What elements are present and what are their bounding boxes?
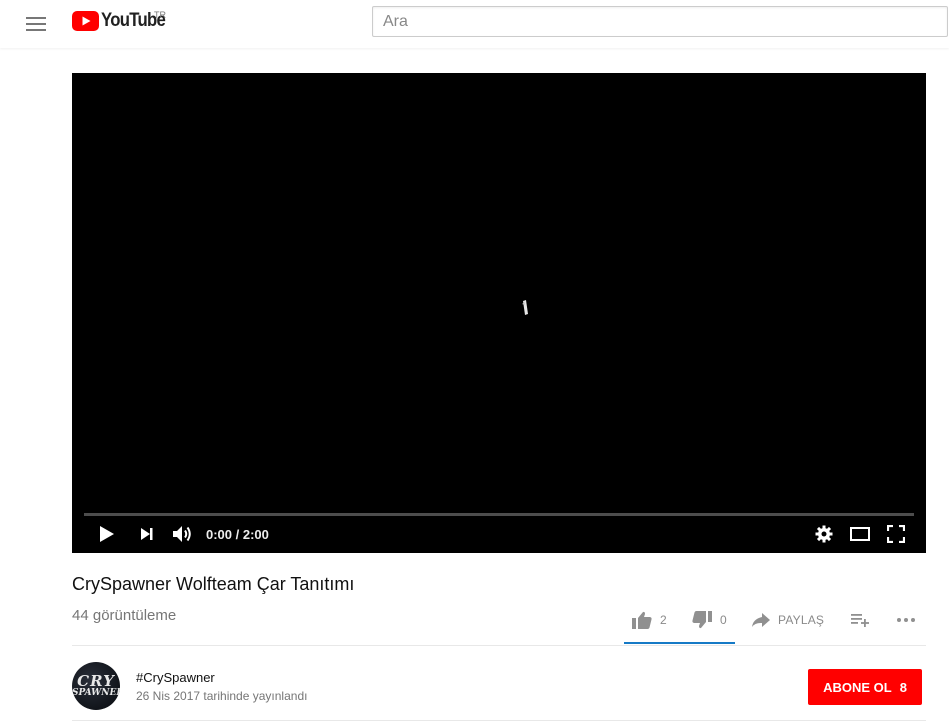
divider [72, 645, 926, 646]
current-time: 0:00 [206, 527, 233, 542]
thumbs-down-icon [692, 611, 712, 629]
duration: 2:00 [242, 527, 269, 542]
share-button[interactable]: PAYLAŞ [752, 605, 824, 635]
thumbs-up-icon [632, 611, 652, 629]
publish-date: 26 Nis 2017 tarihinde yayınlandı [136, 689, 308, 703]
divider [72, 720, 926, 721]
like-button[interactable]: 2 [632, 605, 667, 635]
dislike-count: 0 [720, 613, 727, 627]
theater-mode-button[interactable] [848, 522, 872, 546]
play-button[interactable] [95, 522, 119, 546]
next-icon [141, 528, 153, 540]
like-count: 2 [660, 613, 667, 627]
fullscreen-button[interactable] [884, 522, 908, 546]
subscribe-label: ABONE OL [823, 679, 892, 695]
channel-avatar[interactable]: CRY SPAWNER [72, 662, 120, 710]
add-to-playlist-icon [851, 614, 869, 627]
dislike-button[interactable]: 0 [692, 605, 727, 635]
next-button[interactable] [135, 522, 159, 546]
youtube-logo-icon [72, 11, 99, 31]
sentiment-bar [624, 642, 735, 644]
add-to-playlist-button[interactable] [851, 605, 869, 635]
menu-icon[interactable] [24, 12, 48, 36]
share-label: PAYLAŞ [778, 613, 825, 627]
volume-button[interactable] [171, 522, 195, 546]
view-count: 44 görüntüleme [72, 607, 177, 624]
share-arrow-icon [752, 613, 770, 627]
time-display: 0:00 / 2:00 [206, 527, 269, 542]
loading-spinner-icon [522, 300, 528, 315]
youtube-logo[interactable]: YouTube TR [72, 8, 174, 34]
search-box[interactable] [372, 6, 948, 37]
subscriber-count: 8 [899, 679, 907, 695]
player-controls: 0:00 / 2:00 [72, 516, 926, 553]
settings-gear-icon [815, 525, 833, 543]
country-code: TR [154, 10, 166, 20]
video-player[interactable]: 0:00 / 2:00 [72, 73, 926, 553]
channel-name[interactable]: #CrySpawner [136, 670, 215, 685]
play-icon [100, 526, 114, 542]
settings-button[interactable] [812, 522, 836, 546]
time-separator: / [232, 527, 243, 542]
more-icon [897, 618, 915, 622]
masthead: YouTube TR [0, 0, 949, 48]
theater-mode-icon [850, 527, 870, 541]
video-title: CrySpawner Wolfteam Çar Tanıtımı [72, 574, 355, 594]
subscribe-button[interactable]: ABONE OL 8 [808, 669, 922, 705]
fullscreen-icon [887, 525, 905, 543]
volume-icon [173, 526, 191, 542]
more-actions-button[interactable] [896, 605, 916, 635]
avatar-line-2: SPAWNER [72, 688, 120, 698]
search-input[interactable] [373, 7, 947, 36]
